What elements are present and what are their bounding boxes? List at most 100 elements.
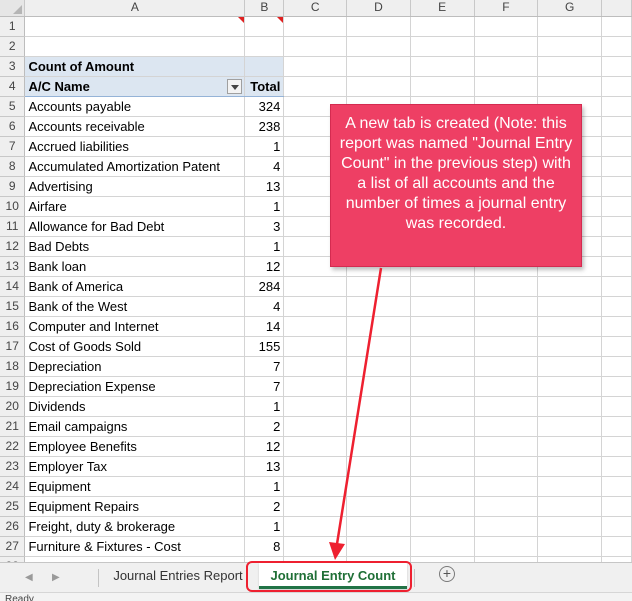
cell[interactable] xyxy=(537,536,603,557)
cell[interactable] xyxy=(410,436,475,457)
total-count-cell[interactable]: 1 xyxy=(244,236,285,257)
cell[interactable] xyxy=(283,396,348,417)
cell[interactable] xyxy=(474,416,539,437)
cell[interactable] xyxy=(346,476,411,497)
account-name-cell[interactable]: Employer Tax xyxy=(24,456,246,477)
account-name-cell[interactable]: Accumulated Amortization Patent xyxy=(24,156,246,177)
cell[interactable] xyxy=(474,56,539,77)
cell[interactable] xyxy=(601,76,632,97)
account-name-cell[interactable]: Computer and Internet xyxy=(24,316,246,337)
row-header[interactable]: 11 xyxy=(0,216,26,237)
cell[interactable] xyxy=(537,476,603,497)
add-sheet-icon[interactable]: + xyxy=(439,566,455,582)
cell[interactable] xyxy=(474,536,539,557)
cell[interactable] xyxy=(601,16,632,37)
cell[interactable] xyxy=(24,36,246,57)
cell[interactable] xyxy=(410,356,475,377)
row-header[interactable]: 19 xyxy=(0,376,26,397)
cell[interactable] xyxy=(410,476,475,497)
row-header[interactable]: 5 xyxy=(0,96,26,117)
cell[interactable] xyxy=(410,36,475,57)
row-header[interactable]: 18 xyxy=(0,356,26,377)
cell[interactable] xyxy=(537,436,603,457)
cell[interactable] xyxy=(283,476,348,497)
cell[interactable] xyxy=(601,96,632,117)
total-count-cell[interactable]: 14 xyxy=(244,316,285,337)
account-name-cell[interactable]: Bank loan xyxy=(24,256,246,277)
total-count-cell[interactable]: 12 xyxy=(244,436,285,457)
cell[interactable] xyxy=(537,376,603,397)
row-header[interactable]: 10 xyxy=(0,196,26,217)
total-count-cell[interactable]: 324 xyxy=(244,96,285,117)
total-count-cell[interactable]: 1 xyxy=(244,516,285,537)
cell[interactable] xyxy=(346,536,411,557)
cell[interactable] xyxy=(537,36,603,57)
cell[interactable] xyxy=(346,316,411,337)
account-name-cell[interactable]: Depreciation Expense xyxy=(24,376,246,397)
total-count-cell[interactable]: 1 xyxy=(244,476,285,497)
pivot-value-header[interactable]: Count of Amount xyxy=(24,56,246,77)
cell[interactable] xyxy=(346,516,411,537)
total-count-cell[interactable]: 8 xyxy=(244,536,285,557)
cell[interactable] xyxy=(283,416,348,437)
cell[interactable] xyxy=(601,536,632,557)
total-count-cell[interactable]: 7 xyxy=(244,356,285,377)
cell[interactable] xyxy=(410,496,475,517)
column-header-b[interactable]: B xyxy=(244,0,285,17)
account-name-cell[interactable]: Airfare xyxy=(24,196,246,217)
cell[interactable] xyxy=(474,356,539,377)
account-name-cell[interactable]: Bank of the West xyxy=(24,296,246,317)
cell[interactable] xyxy=(410,516,475,537)
row-header[interactable]: 17 xyxy=(0,336,26,357)
column-header-c[interactable]: C xyxy=(283,0,348,17)
cell[interactable] xyxy=(474,516,539,537)
column-header-f[interactable]: F xyxy=(474,0,539,17)
cell[interactable] xyxy=(601,336,632,357)
cell[interactable] xyxy=(601,416,632,437)
cell[interactable] xyxy=(601,296,632,317)
account-name-cell[interactable]: Email campaigns xyxy=(24,416,246,437)
cell[interactable] xyxy=(346,296,411,317)
cell[interactable] xyxy=(410,376,475,397)
column-header-d[interactable]: D xyxy=(346,0,411,17)
cell[interactable] xyxy=(537,316,603,337)
cell[interactable] xyxy=(601,136,632,157)
cell[interactable] xyxy=(601,156,632,177)
cell[interactable] xyxy=(474,456,539,477)
account-name-cell[interactable]: Accounts payable xyxy=(24,96,246,117)
cell[interactable] xyxy=(410,16,475,37)
cell[interactable] xyxy=(601,116,632,137)
row-header[interactable]: 15 xyxy=(0,296,26,317)
scroll-left-icon[interactable]: ◀ xyxy=(25,572,33,583)
total-count-cell[interactable]: 13 xyxy=(244,176,285,197)
cell[interactable] xyxy=(283,496,348,517)
cell[interactable] xyxy=(474,296,539,317)
column-header-g[interactable]: G xyxy=(537,0,603,17)
cell[interactable] xyxy=(537,496,603,517)
cell[interactable] xyxy=(346,416,411,437)
cell[interactable] xyxy=(601,256,632,277)
cell[interactable] xyxy=(474,36,539,57)
account-name-cell[interactable]: Bank of America xyxy=(24,276,246,297)
column-header-a[interactable]: A xyxy=(24,0,246,17)
cell[interactable] xyxy=(346,16,411,37)
cell[interactable] xyxy=(283,296,348,317)
total-count-cell[interactable]: 12 xyxy=(244,256,285,277)
cell[interactable] xyxy=(601,396,632,417)
column-header-h[interactable] xyxy=(601,0,632,17)
cell[interactable] xyxy=(283,76,348,97)
total-count-cell[interactable]: 4 xyxy=(244,296,285,317)
row-header[interactable]: 21 xyxy=(0,416,26,437)
filter-dropdown-icon[interactable] xyxy=(227,78,243,94)
cell[interactable] xyxy=(474,76,539,97)
cell[interactable] xyxy=(283,536,348,557)
row-header[interactable]: 27 xyxy=(0,536,26,557)
row-header[interactable]: 14 xyxy=(0,276,26,297)
cell[interactable] xyxy=(346,376,411,397)
account-name-cell[interactable]: Equipment Repairs xyxy=(24,496,246,517)
cell[interactable] xyxy=(346,436,411,457)
row-header[interactable]: 3 xyxy=(0,56,26,77)
cell[interactable] xyxy=(474,336,539,357)
cell[interactable] xyxy=(537,416,603,437)
cell[interactable] xyxy=(601,456,632,477)
